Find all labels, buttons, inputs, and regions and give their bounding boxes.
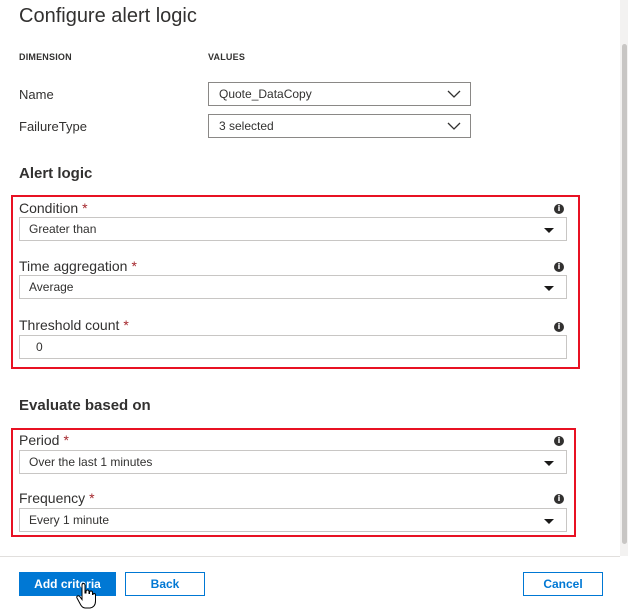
dimension-name-label: Name — [19, 87, 54, 102]
period-value: Over the last 1 minutes — [29, 455, 153, 469]
caret-down-icon — [544, 228, 554, 233]
required-marker: * — [89, 490, 95, 506]
required-marker: * — [63, 432, 69, 448]
info-icon[interactable]: i — [554, 494, 564, 504]
info-icon[interactable]: i — [554, 436, 564, 446]
panel-scrollbar[interactable] — [620, 0, 628, 556]
dimension-column-header: DIMENSION — [19, 52, 72, 62]
caret-down-icon — [544, 519, 554, 524]
add-criteria-button[interactable]: Add criteria — [19, 572, 116, 596]
time-aggregation-select[interactable]: Average — [19, 275, 567, 299]
footer-divider — [0, 556, 620, 557]
info-icon[interactable]: i — [554, 204, 564, 214]
frequency-label: Frequency * — [19, 490, 95, 506]
cancel-button[interactable]: Cancel — [523, 572, 603, 596]
dimension-name-dropdown[interactable]: Quote_DataCopy — [208, 82, 471, 106]
values-column-header: VALUES — [208, 52, 246, 62]
condition-value: Greater than — [29, 222, 97, 236]
required-marker: * — [123, 317, 129, 333]
required-marker: * — [131, 258, 137, 274]
panel-title: Configure alert logic — [19, 5, 197, 27]
chevron-down-icon — [447, 90, 461, 98]
frequency-value: Every 1 minute — [29, 513, 110, 527]
dimension-failuretype-value: 3 selected — [219, 119, 274, 133]
chevron-down-icon — [447, 122, 461, 130]
info-icon[interactable]: i — [554, 322, 564, 332]
threshold-count-label: Threshold count * — [19, 317, 129, 333]
alert-logic-heading: Alert logic — [19, 165, 93, 182]
scrollbar-thumb[interactable] — [622, 44, 627, 544]
evaluate-heading: Evaluate based on — [19, 397, 151, 414]
frequency-select[interactable]: Every 1 minute — [19, 508, 567, 532]
dimension-failuretype-label: FailureType — [19, 119, 87, 134]
time-aggregation-label: Time aggregation * — [19, 258, 137, 274]
threshold-count-value: 0 — [36, 340, 43, 354]
dimension-failuretype-dropdown[interactable]: 3 selected — [208, 114, 471, 138]
caret-down-icon — [544, 461, 554, 466]
threshold-count-input[interactable]: 0 — [19, 335, 567, 359]
info-icon[interactable]: i — [554, 262, 564, 272]
condition-label: Condition * — [19, 200, 88, 216]
required-marker: * — [82, 200, 88, 216]
time-aggregation-value: Average — [29, 280, 74, 294]
hand-pointer-icon — [76, 583, 96, 609]
period-label: Period * — [19, 432, 69, 448]
back-button[interactable]: Back — [125, 572, 205, 596]
condition-select[interactable]: Greater than — [19, 217, 567, 241]
period-select[interactable]: Over the last 1 minutes — [19, 450, 567, 474]
caret-down-icon — [544, 286, 554, 291]
dimension-name-value: Quote_DataCopy — [219, 87, 312, 101]
